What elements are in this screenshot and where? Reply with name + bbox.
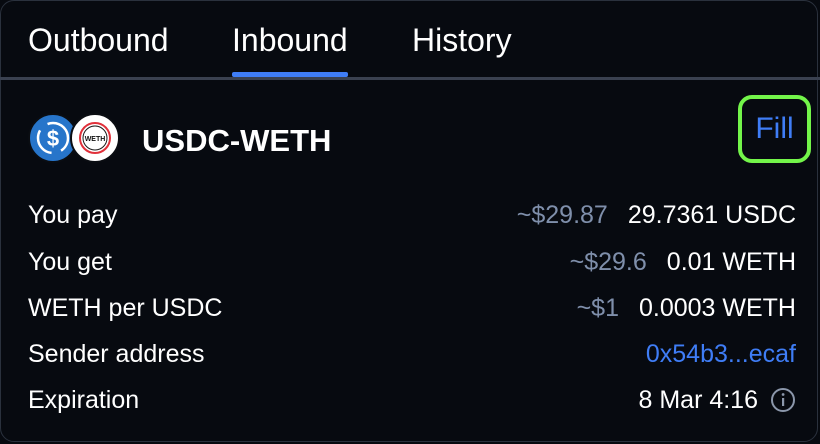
row-values: ~$29.87 29.7361 USDC bbox=[517, 199, 796, 231]
row-you-get: You get ~$29.6 0.01 WETH bbox=[28, 246, 796, 278]
row-label: You get bbox=[28, 248, 112, 276]
pair-title: USDC-WETH bbox=[142, 123, 332, 158]
fill-button[interactable]: Fill bbox=[738, 95, 811, 163]
tabs-divider bbox=[0, 77, 820, 80]
tab-outbound[interactable]: Outbound bbox=[28, 20, 169, 60]
tab-inbound[interactable]: Inbound bbox=[232, 20, 348, 60]
token-amount: 0.01 WETH bbox=[666, 248, 796, 276]
tab-history[interactable]: History bbox=[412, 20, 512, 60]
info-icon[interactable] bbox=[770, 387, 796, 413]
svg-text:$: $ bbox=[47, 126, 59, 151]
sender-address-link[interactable]: 0x54b3...ecaf bbox=[646, 338, 796, 370]
row-values: 8 Mar 4:16 bbox=[638, 384, 796, 416]
usd-value: ~$1 bbox=[576, 294, 619, 322]
row-values: 0x54b3...ecaf bbox=[646, 338, 796, 370]
tab-bar: Outbound Inbound History bbox=[0, 0, 820, 80]
usd-value: ~$29.6 bbox=[569, 248, 647, 276]
expiration-value: 8 Mar 4:16 bbox=[638, 386, 758, 414]
weth-icon: WETH bbox=[70, 113, 120, 163]
token-amount: 29.7361 USDC bbox=[627, 201, 796, 229]
row-values: ~$1 0.0003 WETH bbox=[577, 292, 796, 324]
row-you-pay: You pay ~$29.87 29.7361 USDC bbox=[28, 199, 796, 231]
row-label: You pay bbox=[28, 201, 118, 229]
token-amount: 0.0003 WETH bbox=[638, 294, 796, 322]
row-label: Sender address bbox=[28, 340, 205, 368]
token-pair-icons: $ WETH bbox=[28, 113, 120, 163]
row-expiration: Expiration 8 Mar 4:16 bbox=[28, 384, 796, 416]
row-values: ~$29.6 0.01 WETH bbox=[570, 246, 796, 278]
row-label: Expiration bbox=[28, 386, 140, 414]
usd-value: ~$29.87 bbox=[516, 201, 608, 229]
row-sender-address: Sender address 0x54b3...ecaf bbox=[28, 338, 796, 370]
weth-icon-text: WETH bbox=[85, 136, 106, 143]
row-label: WETH per USDC bbox=[28, 294, 223, 322]
row-rate: WETH per USDC ~$1 0.0003 WETH bbox=[28, 292, 796, 324]
